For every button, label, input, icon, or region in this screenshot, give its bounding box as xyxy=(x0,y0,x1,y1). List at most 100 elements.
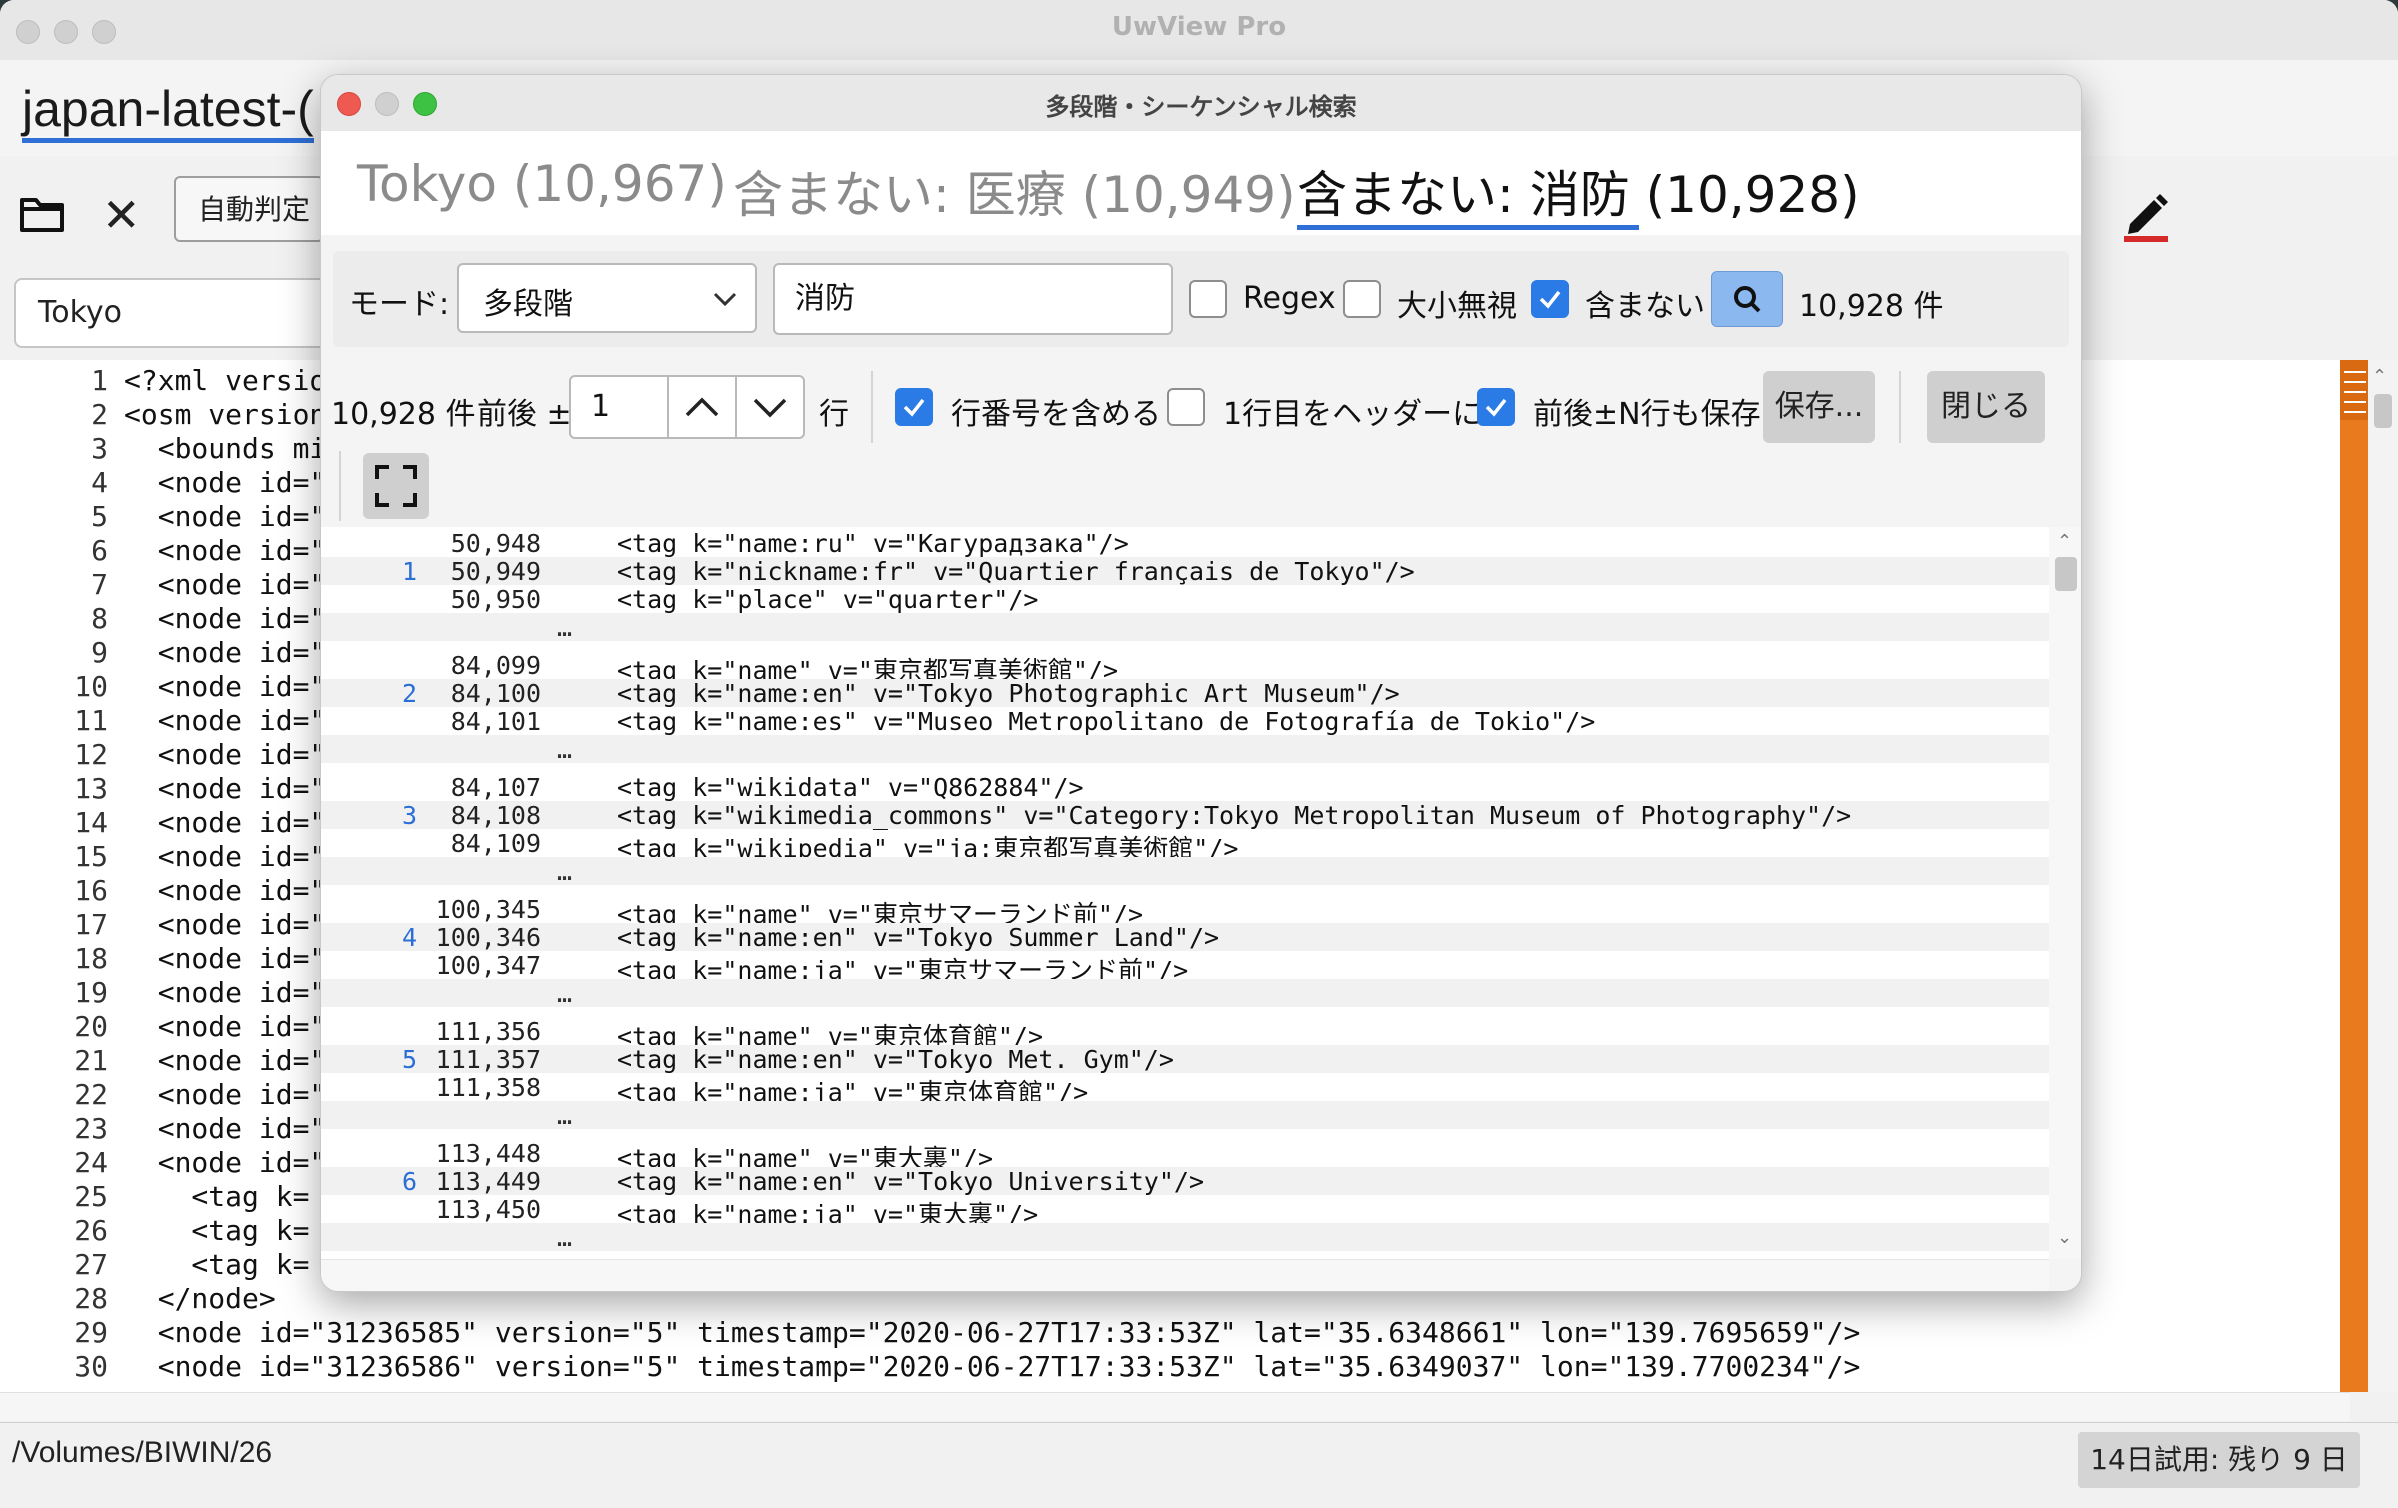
result-row: 5 111,357 <tag k="name:en" v="Tokyo Met. G… xyxy=(321,1045,2049,1074)
expand-icon xyxy=(375,465,417,507)
chevron-down-icon xyxy=(753,398,787,418)
trial-badge: 14日試用: 残り 9 日 xyxy=(2078,1432,2360,1488)
result-row: 111,358 <tag k="name:ja" v="東京体育館"/> xyxy=(321,1073,2049,1107)
line-number: 9 xyxy=(91,636,108,669)
code-text: <tag k= xyxy=(124,1180,310,1213)
line-number: 26 xyxy=(74,1214,108,1247)
source-line-number: 111,356 xyxy=(435,1017,541,1046)
tab-stage-3[interactable]: 含まない: 消防 (10,928) xyxy=(1297,155,1860,227)
line-number: 21 xyxy=(74,1044,108,1077)
context-decrement-button[interactable] xyxy=(735,375,805,439)
line-number: 12 xyxy=(74,738,108,771)
result-row: 1 50,949 <tag k="nickname:fr" v="Quartier … xyxy=(321,557,2049,586)
code-text: <?xml versio xyxy=(124,364,327,397)
result-separator: … xyxy=(321,735,2049,764)
source-line-number: 84,100 xyxy=(450,679,541,708)
line-number: 28 xyxy=(74,1282,108,1315)
edit-pencil-icon[interactable] xyxy=(2120,186,2176,242)
source-line-number: 50,948 xyxy=(450,529,541,558)
result-row: 50,950 <tag k="place" v="quarter"/> xyxy=(321,585,2049,614)
close-icon[interactable]: ✕ xyxy=(102,188,141,242)
include-line-numbers-label: 行番号を含める xyxy=(951,397,1161,432)
line-number: 3 xyxy=(91,432,108,465)
result-separator: … xyxy=(321,1101,2049,1130)
ignore-case-label: 大小無視 xyxy=(1397,289,1517,324)
result-text: <tag k="wikidata" v="Q862884"/> xyxy=(617,773,1084,802)
auto-detect-button[interactable]: 自動判定 xyxy=(174,176,324,242)
line-number: 29 xyxy=(74,1316,108,1349)
line-number: 17 xyxy=(74,908,108,941)
main-search-input[interactable]: Tokyo xyxy=(14,278,344,348)
line-number: 5 xyxy=(91,500,108,533)
mode-select[interactable]: 多段階 xyxy=(457,263,757,333)
source-line-number: 113,448 xyxy=(435,1139,541,1168)
result-row: 3 84,108 <tag k="wikimedia_commons" v="Cat… xyxy=(321,801,2049,830)
scroll-thumb[interactable] xyxy=(2055,557,2077,591)
context-input[interactable]: 1 xyxy=(569,375,669,439)
file-tab[interactable]: japan-latest-( xyxy=(22,80,314,143)
include-line-numbers-checkbox[interactable] xyxy=(895,388,933,426)
result-text: <tag k="wikimedia_commons" v="Category:T… xyxy=(617,801,1852,830)
results-list[interactable]: 50,948 <tag k="name:ru" v="Кагурадзака"/>… xyxy=(321,527,2049,1259)
ellipsis: … xyxy=(557,613,573,642)
save-button[interactable]: 保存... xyxy=(1763,371,1875,443)
window-title: UwView Pro xyxy=(1111,12,1287,42)
code-text: <node id=" xyxy=(124,568,327,601)
ellipsis: … xyxy=(557,735,573,764)
divider xyxy=(339,451,341,521)
result-text: <tag k="name:en" v="Tokyo University"/> xyxy=(617,1167,1204,1196)
tab-stage-2[interactable]: 含まない: 医療 (10,949) xyxy=(733,155,1296,227)
result-row: 2 84,100 <tag k="name:en" v="Tokyo Photogr… xyxy=(321,679,2049,708)
code-text: <node id=" xyxy=(124,636,327,669)
active-tab-indicator xyxy=(1297,225,1639,230)
result-row: 100,347 <tag k="name:ja" v="東京サマーランド前"/> xyxy=(321,951,2049,985)
code-text: <node id=" xyxy=(124,1146,327,1179)
line-number: 16 xyxy=(74,874,108,907)
expand-button[interactable] xyxy=(363,453,429,519)
tab-stage-1[interactable]: Tokyo (10,967) xyxy=(357,155,727,213)
line-number: 2 xyxy=(91,398,108,431)
result-separator: … xyxy=(321,979,2049,1008)
result-separator: … xyxy=(321,1223,2049,1252)
ignore-case-checkbox[interactable] xyxy=(1343,280,1381,318)
source-line-number: 111,357 xyxy=(435,1045,541,1074)
line-number: 19 xyxy=(74,976,108,1009)
header-first-line-checkbox[interactable] xyxy=(1167,388,1205,426)
result-count: 10,928 件 xyxy=(331,397,476,432)
close-dialog-button[interactable]: 閉じる xyxy=(1927,371,2045,443)
code-text: <node id=" xyxy=(124,534,327,567)
keyword-input[interactable]: 消防 xyxy=(773,263,1173,335)
hit-index: 5 xyxy=(401,1045,417,1074)
result-text: <tag k="name:ru" v="Кагурадзака"/> xyxy=(617,529,1129,558)
exclude-checkbox[interactable] xyxy=(1531,280,1569,318)
hit-index: 1 xyxy=(401,557,417,586)
chevron-down-icon[interactable]: ⌄ xyxy=(2057,1227,2072,1248)
line-number: 1 xyxy=(91,364,108,397)
folder-icon[interactable] xyxy=(18,190,66,238)
ellipsis: … xyxy=(557,1223,573,1252)
source-line-number: 50,949 xyxy=(450,557,541,586)
results-vertical-scrollbar[interactable]: ⌃ ⌄ xyxy=(2049,527,2081,1259)
line-number: 25 xyxy=(74,1180,108,1213)
result-text: <tag k="nickname:fr" v="Quartier françai… xyxy=(617,557,1415,586)
context-increment-button[interactable] xyxy=(667,375,737,439)
code-text: </node> xyxy=(124,1282,276,1315)
main-vertical-scrollbar[interactable]: ⌃ xyxy=(2368,360,2398,1392)
results-horizontal-scrollbar[interactable] xyxy=(321,1259,2049,1291)
main-horizontal-scrollbar[interactable] xyxy=(0,1392,2350,1421)
result-row: 84,099 <tag k="name" v="東京都写真美術館"/> xyxy=(321,651,2049,685)
hit-index: 3 xyxy=(401,801,417,830)
save-context-checkbox[interactable] xyxy=(1477,388,1515,426)
result-text: <tag k="place" v="quarter"/> xyxy=(617,585,1039,614)
search-button[interactable] xyxy=(1711,271,1783,327)
scroll-thumb[interactable] xyxy=(2374,394,2392,428)
chevron-up-icon[interactable]: ⌃ xyxy=(2057,531,2072,552)
line-number: 6 xyxy=(91,534,108,567)
regex-checkbox[interactable] xyxy=(1189,280,1227,318)
context-label: 前後 ± xyxy=(477,397,572,432)
result-text: <tag k="name:es" v="Museo Metropolitano … xyxy=(617,707,1596,736)
chevron-up-icon[interactable]: ⌃ xyxy=(2372,366,2387,387)
result-row: 84,107 <tag k="wikidata" v="Q862884"/> xyxy=(321,773,2049,802)
source-line-number: 84,108 xyxy=(450,801,541,830)
minimap[interactable] xyxy=(2340,360,2370,1392)
